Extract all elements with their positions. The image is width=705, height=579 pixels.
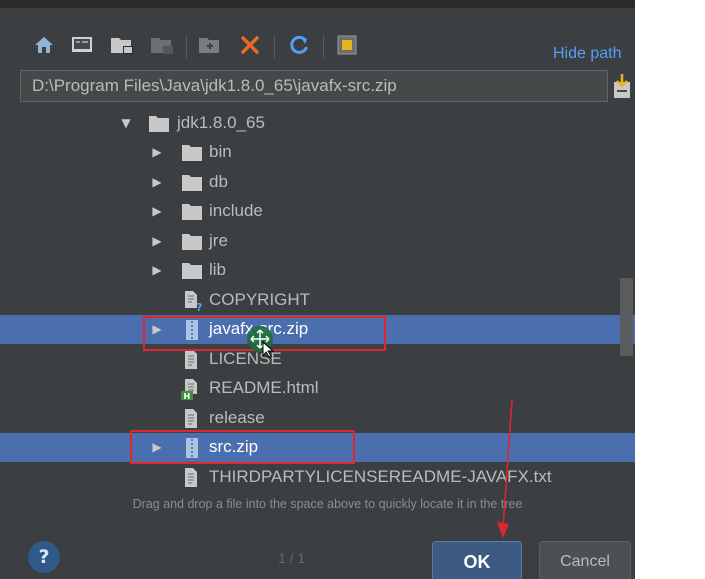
tree-item-label: jdk1.8.0_65 [177,113,265,132]
browse-icon[interactable] [612,72,632,100]
show-hidden-icon[interactable] [335,33,359,57]
tree-item-lib[interactable]: ▶ lib [0,256,635,285]
module-folder-icon[interactable] [150,33,174,57]
expand-arrow-icon[interactable]: ▶ [150,234,164,248]
desktop-icon[interactable] [70,33,94,57]
tree-item-label: lib [209,260,227,279]
file-chooser-dialog: Hide path D:\Program Files\Java\jdk1.8.0… [0,0,635,579]
expand-arrow-icon[interactable]: ▶ [150,263,164,277]
new-folder-icon[interactable] [198,33,222,57]
expand-arrow-icon[interactable]: ▶ [150,145,164,159]
path-input[interactable]: D:\Program Files\Java\jdk1.8.0_65\javafx… [20,70,608,102]
tree-item-include[interactable]: ▶ include [0,197,635,226]
svg-text:H: H [184,392,191,400]
expand-arrow-icon[interactable]: ▶ [150,175,164,189]
unknown-file-icon: ? [185,291,202,312]
expand-arrow-icon[interactable]: ▶ [150,204,164,218]
tree-scrollbar[interactable] [620,278,633,356]
html-file-icon: H [181,379,197,400]
ok-button[interactable]: OK [432,541,522,579]
annotation-arrow [497,399,513,538]
tree-item-readme[interactable]: H README.html [0,374,635,403]
tree-item-release[interactable]: release [0,404,635,433]
tree-item-label: db [209,172,228,191]
title-strip [0,0,635,8]
refresh-icon[interactable] [287,33,311,57]
tree-item-label: README.html [209,378,319,397]
delete-icon[interactable] [238,33,262,57]
text-file-icon [185,350,197,369]
cancel-button[interactable]: Cancel [539,541,631,579]
drag-drop-hint: Drag and drop a file into the space abov… [132,497,523,511]
folder-icon [182,234,202,250]
tree-item-copyright[interactable]: ? COPYRIGHT [0,286,635,315]
help-button[interactable]: ? [28,541,60,573]
toolbar-separator [186,36,187,58]
tree-item-label: bin [209,142,232,161]
folder-icon [182,175,202,191]
toolbar-separator [274,36,275,58]
toolbar-separator [323,36,324,58]
hide-path-link[interactable]: Hide path [553,45,622,63]
tree-item-thirdparty[interactable]: THIRDPARTYLICENSEREADME-JAVAFX.txt [0,463,635,492]
tree-item-label: COPYRIGHT [209,290,311,309]
tree-item-label: jre [209,231,228,250]
home-icon[interactable] [32,33,56,57]
project-folder-icon[interactable] [110,33,134,57]
text-file-icon [185,468,197,487]
drag-cursor-icon [247,326,275,358]
text-file-icon [185,409,197,428]
tree-item-bin[interactable]: ▶ bin [0,138,635,167]
folder-icon [182,263,202,279]
svg-text:?: ? [196,301,202,312]
tree-item-label: release [209,408,265,427]
annotation-box-src [130,430,355,464]
folder-icon [182,204,202,220]
page-indicator: 1 / 1 [278,550,306,566]
tree-item-jre[interactable]: ▶ jre [0,227,635,256]
folder-icon [149,116,169,132]
toolbar: Hide path [0,8,635,70]
folder-icon [182,145,202,161]
tree-item-jdk[interactable]: ▼ jdk1.8.0_65 [0,109,635,138]
tree-item-label: include [209,201,263,220]
tree-item-db[interactable]: ▶ db [0,168,635,197]
collapse-arrow-icon[interactable]: ▼ [119,116,133,130]
